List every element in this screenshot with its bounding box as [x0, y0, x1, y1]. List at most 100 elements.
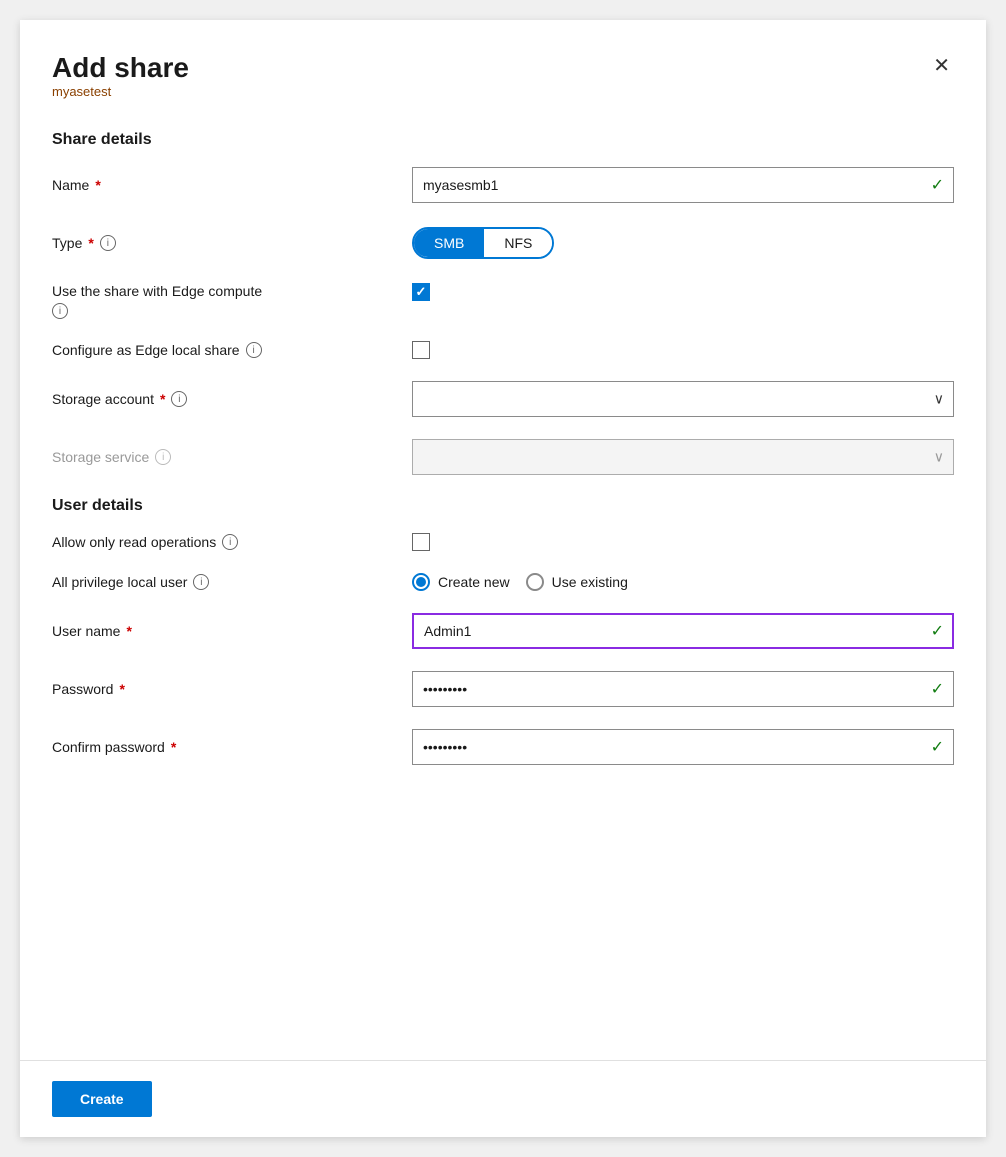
edge-local-checkbox-wrapper — [412, 341, 954, 359]
edge-local-checkbox[interactable] — [412, 341, 430, 359]
edge-local-control — [412, 341, 954, 359]
storage-account-select-wrapper: ∨ — [412, 381, 954, 417]
edge-compute-checkbox-wrapper — [412, 283, 954, 301]
close-icon: ✕ — [933, 55, 950, 77]
privilege-label: All privilege local user — [52, 574, 187, 590]
share-details-section: Share details Name * ✓ Type * i — [52, 131, 954, 475]
read-only-checkbox[interactable] — [412, 533, 430, 551]
read-only-checkbox-wrapper — [412, 533, 954, 551]
password-input-wrapper: ✓ — [412, 671, 954, 707]
storage-service-control: ∨ — [412, 439, 954, 475]
type-toggle-container: SMB NFS — [412, 227, 554, 259]
type-label: Type — [52, 235, 82, 251]
name-row: Name * ✓ — [52, 167, 954, 203]
storage-service-select-wrapper: ∨ — [412, 439, 954, 475]
user-details-title: User details — [52, 497, 954, 515]
username-input-wrapper: ✓ — [412, 613, 954, 649]
dialog-footer: Create — [20, 1060, 986, 1137]
name-required: * — [95, 177, 100, 193]
radio-use-existing-circle — [526, 573, 544, 591]
username-input[interactable] — [412, 613, 954, 649]
confirm-password-label-col: Confirm password * — [52, 739, 412, 755]
storage-service-label: Storage service — [52, 449, 149, 465]
edge-local-label: Configure as Edge local share — [52, 342, 240, 358]
edge-compute-label: Use the share with Edge compute — [52, 283, 262, 299]
username-check-icon: ✓ — [931, 621, 944, 641]
privilege-row: All privilege local user i Create new Us… — [52, 573, 954, 591]
storage-account-info-icon[interactable]: i — [171, 391, 187, 407]
edge-compute-label-stack: Use the share with Edge compute i — [52, 283, 262, 319]
radio-create-new[interactable]: Create new — [412, 573, 510, 591]
dialog-title-group: Add share myasetest — [52, 52, 189, 127]
dialog-title: Add share — [52, 52, 189, 84]
username-label-col: User name * — [52, 623, 412, 639]
username-control: ✓ — [412, 613, 954, 649]
storage-account-label: Storage account — [52, 391, 154, 407]
type-info-icon[interactable]: i — [100, 235, 116, 251]
storage-service-label-col: Storage service i — [52, 449, 412, 465]
confirm-password-input[interactable] — [412, 729, 954, 765]
storage-account-label-col: Storage account * i — [52, 391, 412, 407]
edge-compute-checkbox[interactable] — [412, 283, 430, 301]
create-button[interactable]: Create — [52, 1081, 152, 1117]
edge-compute-info-row: i — [52, 303, 262, 319]
confirm-password-control: ✓ — [412, 729, 954, 765]
read-only-label-col: Allow only read operations i — [52, 534, 412, 550]
edge-compute-label-col: Use the share with Edge compute i — [52, 283, 412, 319]
type-row: Type * i SMB NFS — [52, 225, 954, 261]
edge-local-row: Configure as Edge local share i — [52, 341, 954, 359]
password-label: Password — [52, 681, 113, 697]
name-input-wrapper: ✓ — [412, 167, 954, 203]
radio-use-existing[interactable]: Use existing — [526, 573, 628, 591]
privilege-label-col: All privilege local user i — [52, 574, 412, 590]
edge-local-info-icon[interactable]: i — [246, 342, 262, 358]
type-nfs-button[interactable]: NFS — [484, 229, 552, 257]
password-control: ✓ — [412, 671, 954, 707]
type-smb-button[interactable]: SMB — [414, 229, 484, 257]
password-input[interactable] — [412, 671, 954, 707]
storage-service-row: Storage service i ∨ — [52, 439, 954, 475]
share-details-title: Share details — [52, 131, 954, 149]
storage-account-control: ∨ — [412, 381, 954, 417]
edge-compute-row: Use the share with Edge compute i — [52, 283, 954, 319]
dialog-header: Add share myasetest ✕ — [52, 52, 954, 127]
radio-use-existing-label: Use existing — [552, 574, 628, 590]
type-control: SMB NFS — [412, 225, 954, 261]
name-input[interactable] — [412, 167, 954, 203]
radio-create-new-label: Create new — [438, 574, 510, 590]
name-label-col: Name * — [52, 177, 412, 193]
password-required: * — [119, 681, 124, 697]
privilege-control: Create new Use existing — [412, 573, 954, 591]
confirm-password-check-icon: ✓ — [931, 737, 944, 757]
type-required: * — [88, 235, 93, 251]
confirm-password-label: Confirm password — [52, 739, 165, 755]
username-required: * — [126, 623, 131, 639]
storage-service-select — [412, 439, 954, 475]
name-check-icon: ✓ — [931, 175, 944, 195]
user-details-section: User details Allow only read operations … — [52, 497, 954, 765]
edge-compute-control — [412, 283, 954, 301]
password-row: Password * ✓ — [52, 671, 954, 707]
read-only-row: Allow only read operations i — [52, 533, 954, 551]
storage-account-required: * — [160, 391, 165, 407]
name-control: ✓ — [412, 167, 954, 203]
read-only-control — [412, 533, 954, 551]
read-only-info-icon[interactable]: i — [222, 534, 238, 550]
password-check-icon: ✓ — [931, 679, 944, 699]
password-label-col: Password * — [52, 681, 412, 697]
username-row: User name * ✓ — [52, 613, 954, 649]
privilege-radio-group: Create new Use existing — [412, 573, 954, 591]
radio-create-new-circle — [412, 573, 430, 591]
storage-service-info-icon: i — [155, 449, 171, 465]
close-button[interactable]: ✕ — [929, 52, 954, 80]
confirm-password-row: Confirm password * ✓ — [52, 729, 954, 765]
storage-account-select[interactable] — [412, 381, 954, 417]
edge-local-label-col: Configure as Edge local share i — [52, 342, 412, 358]
type-label-col: Type * i — [52, 235, 412, 251]
storage-account-row: Storage account * i ∨ — [52, 381, 954, 417]
confirm-password-required: * — [171, 739, 176, 755]
privilege-info-icon[interactable]: i — [193, 574, 209, 590]
dialog-subtitle: myasetest — [52, 84, 189, 99]
edge-compute-info-icon[interactable]: i — [52, 303, 68, 319]
add-share-dialog: Add share myasetest ✕ Share details Name… — [20, 20, 986, 1137]
